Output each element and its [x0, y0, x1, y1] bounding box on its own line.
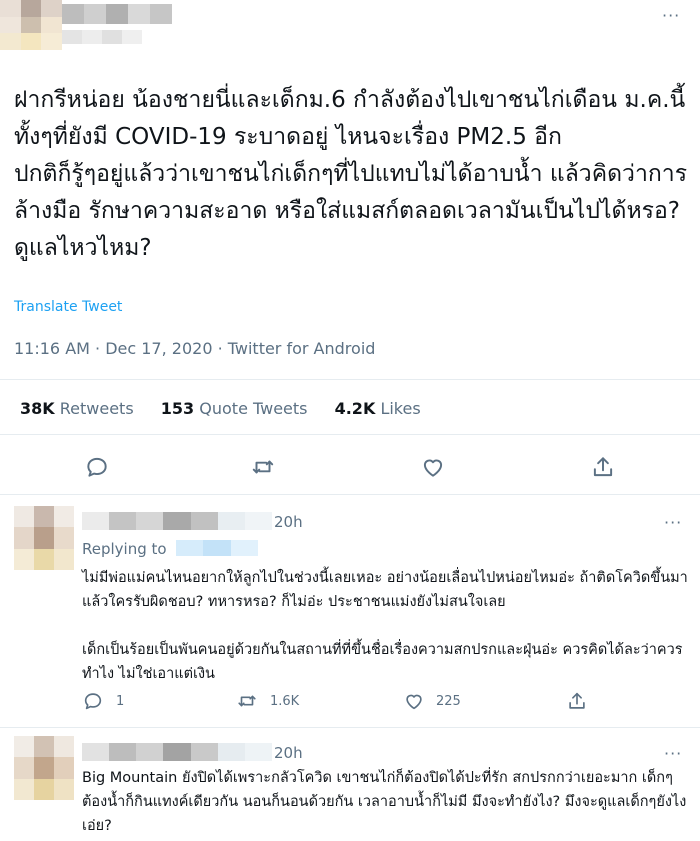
- author-handle[interactable]: [62, 30, 142, 44]
- divider: [0, 434, 700, 435]
- author-avatar[interactable]: [0, 0, 62, 50]
- reply-author-name[interactable]: [82, 743, 272, 761]
- retweet-count: 1.6K: [270, 694, 300, 709]
- more-options-icon[interactable]: ···: [662, 6, 680, 25]
- divider: [0, 494, 700, 495]
- tweet-timestamp[interactable]: 11:16 AM · Dec 17, 2020 · Twitter for An…: [14, 339, 375, 358]
- retweet-icon[interactable]: [250, 454, 276, 480]
- quote-tweets-label[interactable]: Quote Tweets: [199, 399, 307, 418]
- tweet-text: ฝากรีหน่อย น้องชายนี่และเด็กม.6 กำลังต้อ…: [14, 87, 688, 261]
- quote-tweets-count[interactable]: 153: [161, 399, 194, 418]
- replying-to-handle[interactable]: [176, 540, 258, 556]
- retweets-label[interactable]: Retweets: [60, 399, 134, 418]
- reply-icon[interactable]: [84, 454, 110, 480]
- likes-count[interactable]: 4.2K: [335, 399, 376, 418]
- likes-label[interactable]: Likes: [380, 399, 420, 418]
- reply-author-name[interactable]: [82, 512, 272, 530]
- reply-text: ไม่มีพ่อแม่คนไหนอยากให้ลูกไปในช่วงนี้เลย…: [82, 570, 688, 682]
- more-options-icon[interactable]: ···: [664, 744, 682, 763]
- author-name[interactable]: [62, 4, 172, 24]
- share-icon[interactable]: [590, 454, 616, 480]
- tweet-stats: 38K Retweets 153 Quote Tweets 4.2K Likes: [20, 399, 443, 418]
- reply-avatar[interactable]: [14, 506, 74, 570]
- reply-time[interactable]: 20h: [274, 744, 303, 762]
- divider: [0, 727, 700, 728]
- retweet-icon[interactable]: [236, 690, 258, 712]
- like-icon[interactable]: [403, 690, 425, 712]
- reply-time[interactable]: 20h: [274, 513, 303, 531]
- reply-avatar[interactable]: [14, 736, 74, 800]
- like-icon[interactable]: [420, 454, 446, 480]
- reply-text: Big Mountain ยังปิดได้เพราะกลัวโควิด เขา…: [82, 770, 687, 834]
- translate-tweet-link[interactable]: Translate Tweet: [14, 299, 122, 315]
- reply-count: 1: [116, 694, 125, 709]
- share-icon[interactable]: [566, 690, 588, 712]
- divider: [0, 379, 700, 380]
- retweets-count[interactable]: 38K: [20, 399, 55, 418]
- replying-to-label: Replying to: [82, 540, 167, 558]
- more-options-icon[interactable]: ···: [664, 513, 682, 532]
- reply-icon[interactable]: [82, 690, 104, 712]
- like-count: 225: [436, 694, 461, 709]
